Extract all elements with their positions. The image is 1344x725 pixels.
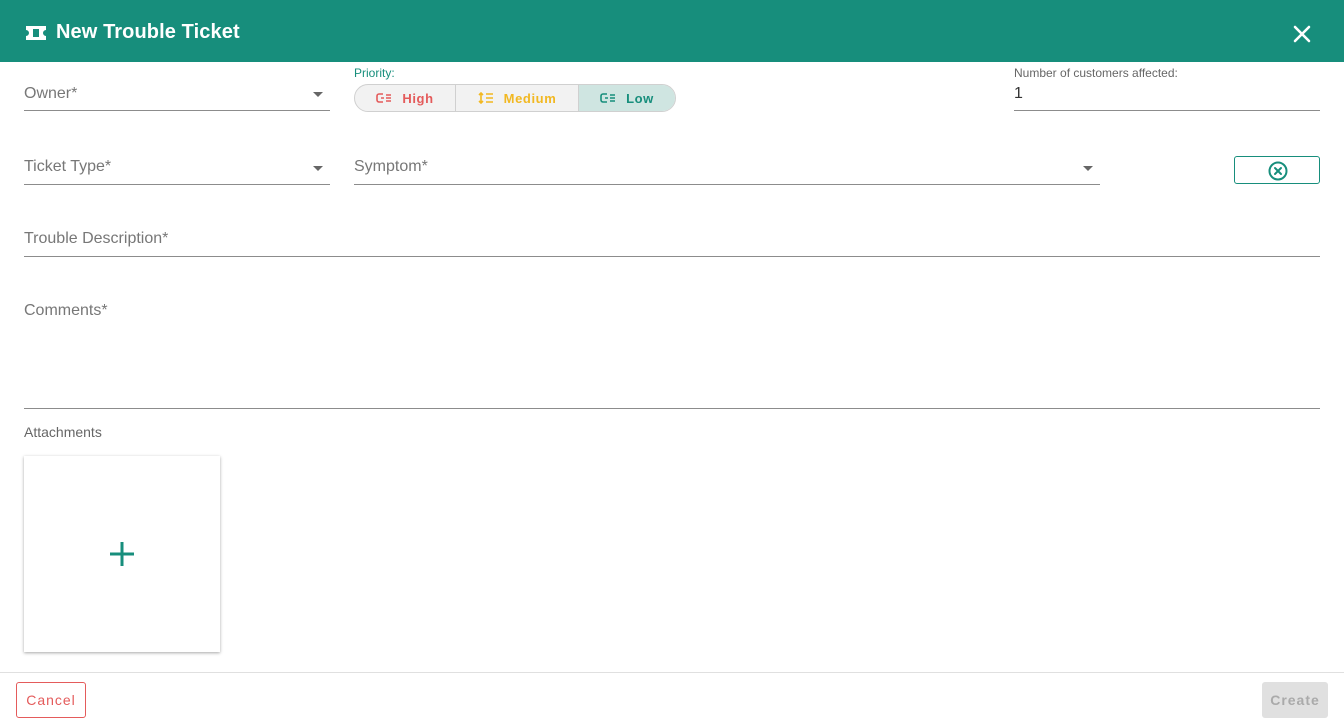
dialog-footer: Cancel Create <box>0 672 1344 725</box>
add-attachment-button[interactable] <box>24 456 220 652</box>
priority-low-icon <box>600 93 616 103</box>
symptom-select[interactable]: Symptom* <box>354 152 1100 185</box>
trouble-description-input[interactable]: Trouble Description* <box>24 224 1320 257</box>
dialog-title: New Trouble Ticket <box>56 21 240 43</box>
priority-label: Priority: <box>354 66 395 80</box>
chevron-down-icon <box>313 92 323 97</box>
owner-select[interactable]: Owner* <box>24 78 330 111</box>
create-button[interactable]: Create <box>1262 682 1328 718</box>
priority-low-button[interactable]: Low <box>579 85 675 111</box>
cancel-button[interactable]: Cancel <box>16 682 86 718</box>
priority-high-icon <box>376 93 392 103</box>
priority-medium-label: Medium <box>503 90 557 106</box>
ticket-type-placeholder: Ticket Type* <box>24 158 112 175</box>
customers-affected-value: 1 <box>1014 85 1023 102</box>
chevron-down-icon <box>1083 166 1093 171</box>
symptom-placeholder: Symptom* <box>354 158 428 175</box>
clear-circle-icon <box>1268 161 1288 181</box>
priority-low-label: Low <box>626 90 654 106</box>
priority-medium-button[interactable]: Medium <box>456 85 579 111</box>
priority-medium-icon <box>478 92 493 104</box>
attachments-label: Attachments <box>24 424 102 440</box>
trouble-description-placeholder: Trouble Description* <box>24 230 169 247</box>
clear-button[interactable] <box>1234 156 1320 184</box>
customers-affected-label: Number of customers affected: <box>1014 66 1178 80</box>
chevron-down-icon <box>313 166 323 171</box>
ticket-type-select[interactable]: Ticket Type* <box>24 152 330 185</box>
priority-toggle-group: High Medium Low <box>354 84 676 112</box>
comments-textarea[interactable]: Comments* <box>24 296 1320 409</box>
close-icon[interactable] <box>1290 22 1314 46</box>
plus-icon <box>110 542 134 566</box>
priority-high-button[interactable]: High <box>355 85 456 111</box>
ticket-icon <box>26 26 46 40</box>
customers-affected-input[interactable] <box>1014 82 1320 111</box>
dialog-header: New Trouble Ticket <box>0 0 1344 62</box>
priority-high-label: High <box>402 90 434 106</box>
comments-placeholder: Comments* <box>24 302 108 319</box>
owner-placeholder: Owner* <box>24 85 78 102</box>
